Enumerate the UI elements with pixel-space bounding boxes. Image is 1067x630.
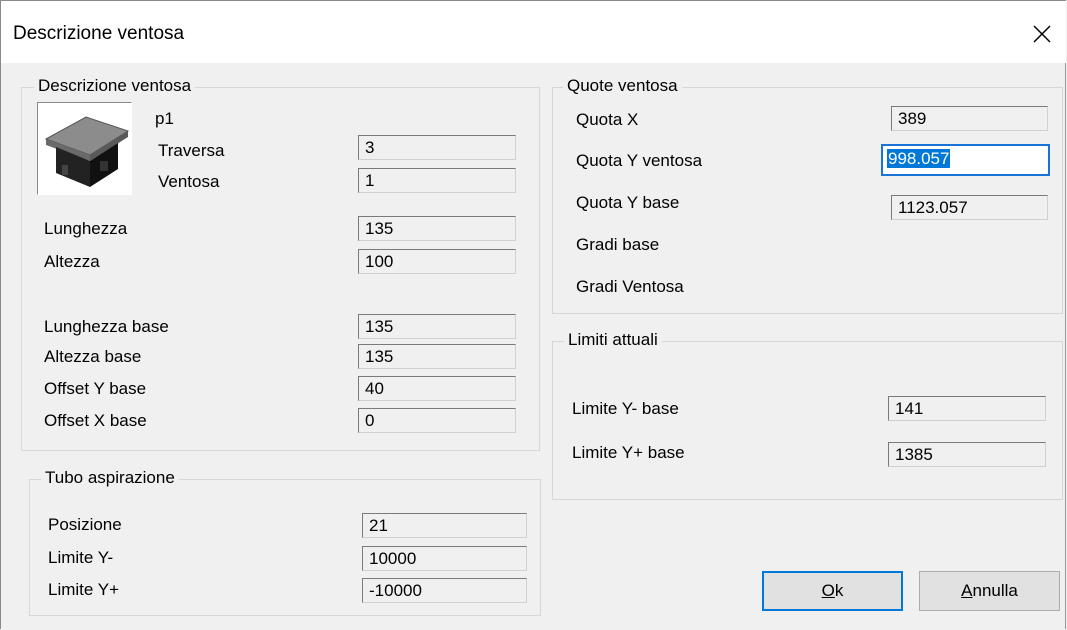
ok-button[interactable]: Ok [762,571,903,611]
annulla-mnemonic: A [961,581,973,600]
gradi-ventosa-label: Gradi Ventosa [576,277,684,296]
altezza-base-field[interactable]: 135 [358,344,516,369]
offset-x-base-label: Offset X base [44,411,147,430]
close-button[interactable] [1021,13,1063,55]
suction-cup-image [37,102,132,195]
limite-y-minus-label: Limite Y- [48,548,114,567]
group-descrizione-ventosa-title: Descrizione ventosa [34,76,196,96]
ventosa-field[interactable]: 1 [358,168,516,193]
posizione-field[interactable]: 21 [362,513,527,538]
lunghezza-base-label: Lunghezza base [44,317,169,336]
ok-label-rest: k [834,581,844,600]
gradi-base-label: Gradi base [576,235,660,254]
limite-y-plus-field[interactable]: -10000 [362,578,527,603]
traversa-field[interactable]: 3 [358,135,516,160]
title-bar: Descrizione ventosa [1,1,1066,63]
ventosa-name: p1 [155,109,174,128]
traversa-label: Traversa [158,141,225,160]
close-icon [1033,25,1051,43]
offset-y-base-label: Offset Y base [44,379,147,398]
quota-y-ventosa-value: 998.057 [887,149,951,168]
lunghezza-field[interactable]: 135 [358,216,516,241]
offset-y-base-field[interactable]: 40 [358,376,516,401]
group-tubo-aspirazione-title: Tubo aspirazione [41,468,179,488]
group-limiti-attuali-title: Limiti attuali [564,330,662,350]
lunghezza-label: Lunghezza [44,219,128,238]
altezza-base-label: Altezza base [44,347,142,366]
ok-mnemonic: O [821,581,835,600]
limite-y-plus-label: Limite Y+ [48,580,120,599]
limite-y-plus-base-label: Limite Y+ base [572,443,685,462]
lunghezza-base-field[interactable]: 135 [358,314,516,339]
annulla-button[interactable]: Annulla [919,571,1060,611]
altezza-field[interactable]: 100 [358,249,516,274]
altezza-label: Altezza [44,252,100,271]
limite-y-minus-field[interactable]: 10000 [362,546,527,571]
dialog-window: Descrizione ventosa Descrizione ventosa … [0,0,1066,629]
offset-x-base-field[interactable]: 0 [358,408,516,433]
quota-y-ventosa-input[interactable]: 998.057 [881,144,1050,176]
quota-x-field[interactable]: 389 [891,106,1048,131]
limite-y-minus-base-field[interactable]: 141 [888,396,1046,421]
quota-y-base-field[interactable]: 1123.057 [891,195,1048,220]
annulla-label-rest: nnulla [972,581,1018,600]
posizione-label: Posizione [48,515,122,534]
limite-y-plus-base-field[interactable]: 1385 [888,442,1046,467]
group-quote-ventosa-title: Quote ventosa [563,76,682,96]
ventosa-label: Ventosa [158,172,220,191]
quota-y-ventosa-label: Quota Y ventosa [576,151,703,170]
limite-y-minus-base-label: Limite Y- base [572,399,679,418]
window-title: Descrizione ventosa [13,23,185,44]
quota-x-label: Quota X [576,110,639,129]
quota-y-base-label: Quota Y base [576,193,680,212]
